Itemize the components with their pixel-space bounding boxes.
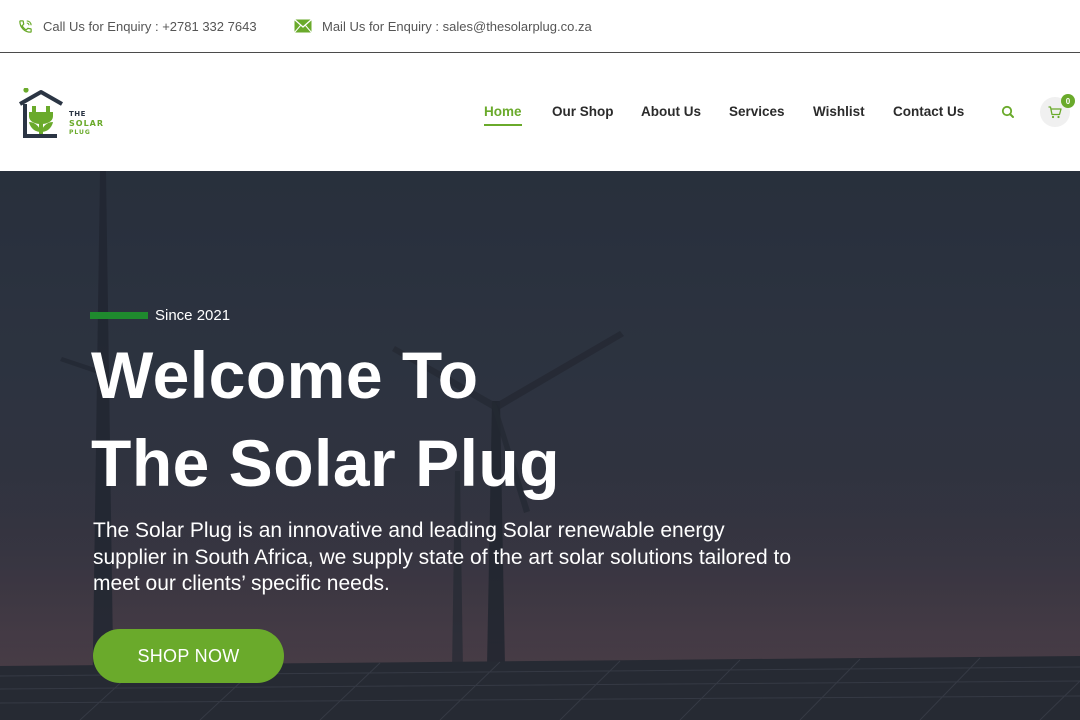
since-accent-bar bbox=[90, 312, 148, 319]
site-header: THE SOLAR PLUG Home Our Shop About Us Se… bbox=[0, 54, 1080, 171]
since-text: Since 2021 bbox=[155, 307, 231, 324]
logo-word-solar: SOLAR bbox=[69, 119, 105, 128]
nav-our-shop[interactable]: Our Shop bbox=[552, 104, 614, 119]
cart-icon bbox=[1048, 105, 1062, 118]
nav-contact-us[interactable]: Contact Us bbox=[893, 104, 964, 119]
top-contact-bar: Call Us for Enquiry : +2781 332 7643 Mai… bbox=[0, 0, 1080, 53]
site-logo[interactable]: THE SOLAR PLUG bbox=[18, 88, 110, 144]
phone-contact[interactable]: Call Us for Enquiry : +2781 332 7643 bbox=[18, 0, 257, 52]
hero-headline-line1: Welcome To bbox=[91, 338, 479, 412]
shop-now-button[interactable]: SHOP NOW bbox=[93, 629, 284, 683]
mail-icon bbox=[294, 19, 312, 33]
phone-text: Call Us for Enquiry : +2781 332 7643 bbox=[43, 18, 257, 34]
mail-text: Mail Us for Enquiry : sales@thesolarplug… bbox=[322, 18, 592, 34]
mail-contact[interactable]: Mail Us for Enquiry : sales@thesolarplug… bbox=[294, 0, 592, 52]
logo-word-the: THE bbox=[69, 110, 86, 118]
hero-headline: Welcome To The Solar Plug bbox=[91, 331, 560, 507]
search-icon bbox=[1001, 105, 1014, 118]
nav-services[interactable]: Services bbox=[729, 104, 785, 119]
plug-house-logo-icon bbox=[19, 88, 63, 138]
logo-wordmark: THE SOLAR PLUG bbox=[69, 110, 104, 137]
nav-home[interactable]: Home bbox=[484, 104, 522, 126]
phone-icon bbox=[19, 19, 32, 33]
nav-about-us[interactable]: About Us bbox=[641, 104, 701, 119]
since-tagline: Since 2021 bbox=[90, 307, 230, 324]
hero-banner: Since 2021 Welcome To The Solar Plug The… bbox=[0, 171, 1080, 720]
hero-headline-line2: The Solar Plug bbox=[91, 426, 561, 500]
nav-wishlist[interactable]: Wishlist bbox=[813, 104, 865, 119]
logo-word-plug: PLUG bbox=[69, 129, 91, 136]
cart-count-badge: 0 bbox=[1061, 94, 1075, 108]
search-button[interactable] bbox=[998, 102, 1018, 122]
hero-description: The Solar Plug is an innovative and lead… bbox=[93, 519, 792, 595]
